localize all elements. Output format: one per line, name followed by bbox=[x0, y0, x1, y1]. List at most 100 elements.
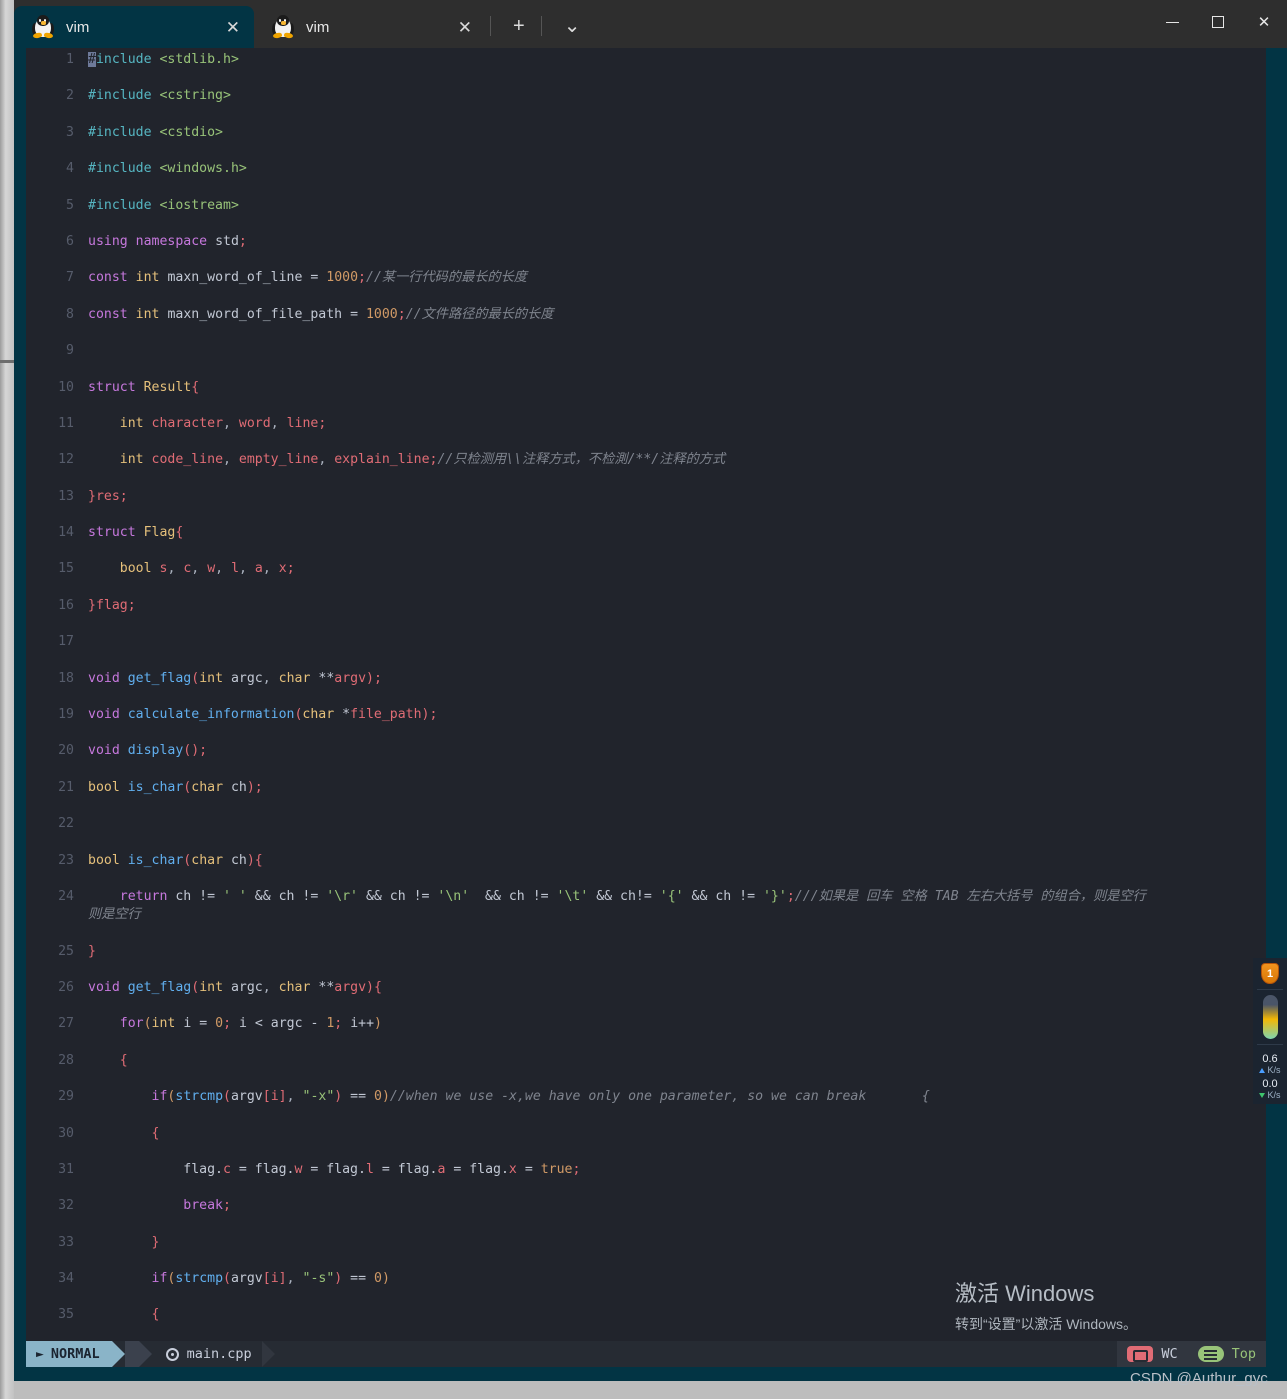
line-number: 2 bbox=[66, 88, 74, 104]
download-value: 0.0 bbox=[1262, 1078, 1278, 1090]
line-number: 15 bbox=[58, 561, 74, 577]
line-number: 8 bbox=[66, 306, 74, 322]
code-line: 1 #include <stdlib.h> bbox=[26, 51, 1266, 69]
linux-tux-icon bbox=[272, 15, 294, 40]
tab-title: vim bbox=[66, 18, 90, 36]
line-number: 31 bbox=[58, 1161, 74, 1177]
chevron-down-icon[interactable]: ⌄ bbox=[552, 16, 593, 48]
code-line: 10 struct Result{ bbox=[26, 379, 1266, 397]
upload-speed: 0.6 K/s bbox=[1259, 1053, 1281, 1075]
code-line: 33 } bbox=[26, 1234, 1266, 1252]
tab-strip: vim ✕ vim ✕ + ⌄ bbox=[14, 0, 1149, 48]
line-number: 29 bbox=[58, 1089, 74, 1105]
code-line: 3 #include <cstdio> bbox=[26, 124, 1266, 142]
code-line: 25} bbox=[26, 943, 1266, 961]
line-number: 13 bbox=[58, 488, 74, 504]
line-number: 18 bbox=[58, 670, 74, 686]
line-number: 4 bbox=[66, 161, 74, 177]
minimize-button[interactable] bbox=[1149, 0, 1195, 44]
vim-icon: ► bbox=[36, 1346, 44, 1362]
watermark-subtitle: 转到“设置”以激活 Windows。 bbox=[955, 1316, 1138, 1332]
code-line: 22 bbox=[26, 815, 1266, 833]
line-number: 11 bbox=[58, 415, 74, 431]
code-line: 11 int character, word, line; bbox=[26, 415, 1266, 433]
code-line: 4 #include <windows.h> bbox=[26, 160, 1266, 178]
tab-vim-1[interactable]: vim ✕ bbox=[14, 6, 254, 48]
desktop-left-strip bbox=[0, 0, 14, 1399]
code-line: 5 #include <iostream> bbox=[26, 197, 1266, 215]
git-branch-icon bbox=[165, 1347, 179, 1361]
status-segment-2 bbox=[124, 1341, 139, 1367]
code-line: 9 bbox=[26, 342, 1266, 360]
vim-statusline: ► NORMAL main.cpp WC Top bbox=[26, 1341, 1266, 1367]
line-number: 17 bbox=[58, 634, 74, 650]
windows-activation-watermark: 激活 Windows 转到“设置”以激活 Windows。 bbox=[955, 1276, 1137, 1334]
code-area[interactable]: 1 #include <stdlib.h> 2 #include <cstring>… bbox=[26, 48, 1266, 1341]
line-number: 22 bbox=[58, 816, 74, 832]
code-line: 24 return ch != ' ' && ch != '\r' && ch … bbox=[26, 888, 1266, 924]
code-line: 12 int code_line, empty_line, explain_li… bbox=[26, 451, 1266, 469]
code-line: 16}flag; bbox=[26, 597, 1266, 615]
line-number: 20 bbox=[58, 743, 74, 759]
line-number: 26 bbox=[58, 979, 74, 995]
maximize-button[interactable] bbox=[1195, 0, 1241, 44]
close-icon[interactable]: ✕ bbox=[458, 19, 472, 36]
linux-tux-icon bbox=[32, 15, 54, 40]
code-line: 31 flag.c = flag.w = flag.l = flag.a = f… bbox=[26, 1161, 1266, 1179]
tab-separator bbox=[490, 16, 491, 36]
close-button[interactable]: ✕ bbox=[1241, 0, 1287, 44]
window-controls: ✕ bbox=[1149, 0, 1287, 48]
status-mode-badge: ► NORMAL bbox=[26, 1341, 112, 1367]
new-tab-button[interactable]: + bbox=[501, 16, 537, 48]
code-line: 28 { bbox=[26, 1052, 1266, 1070]
terminal-window: vim ✕ vim ✕ + ⌄ ✕ 1 #include <stdlib.h> … bbox=[14, 0, 1287, 1381]
line-number: 24 bbox=[58, 888, 74, 904]
line-number: 34 bbox=[58, 1271, 74, 1287]
code-line: 2 #include <cstring> bbox=[26, 87, 1266, 105]
watermark-title: 激活 Windows bbox=[955, 1281, 1095, 1306]
code-line: 19 void calculate_information(char *file_… bbox=[26, 706, 1266, 724]
temperature-gauge-icon bbox=[1262, 995, 1278, 1039]
code-line: 30 { bbox=[26, 1125, 1266, 1143]
code-line: 8 const int maxn_word_of_file_path = 1000… bbox=[26, 306, 1266, 324]
upload-unit: K/s bbox=[1259, 1065, 1281, 1075]
status-file: main.cpp bbox=[152, 1346, 266, 1362]
arrow-up-icon bbox=[1259, 1067, 1266, 1073]
code-line: 27 for(int i = 0; i < argc - 1; i++) bbox=[26, 1015, 1266, 1033]
line-number: 35 bbox=[58, 1307, 74, 1323]
code-line: 6 using namespace std; bbox=[26, 233, 1266, 251]
folder-icon bbox=[1127, 1346, 1154, 1362]
shield-icon[interactable]: 1 bbox=[1261, 963, 1279, 984]
upload-value: 0.6 bbox=[1262, 1053, 1278, 1065]
line-number: 16 bbox=[58, 597, 74, 613]
line-number: 7 bbox=[66, 270, 74, 286]
mode-arrow bbox=[111, 1341, 125, 1367]
line-number: 33 bbox=[58, 1234, 74, 1250]
line-number: 10 bbox=[58, 379, 74, 395]
code-line: 29 if(strcmp(argv[i], "-x") == 0)//when … bbox=[26, 1088, 1266, 1106]
code-line: 17 bbox=[26, 633, 1266, 651]
line-number: 27 bbox=[58, 1016, 74, 1032]
line-number: 14 bbox=[58, 525, 74, 541]
file-arrow bbox=[261, 1341, 275, 1367]
line-number: 6 bbox=[66, 233, 74, 249]
tab-title: vim bbox=[306, 18, 330, 36]
code-line: 7 const int maxn_word_of_line = 1000;//某一… bbox=[26, 269, 1266, 287]
line-number: 21 bbox=[58, 779, 74, 795]
widget-divider bbox=[1257, 1044, 1283, 1045]
vim-editor-buffer[interactable]: 1 #include <stdlib.h> 2 #include <cstring>… bbox=[26, 48, 1266, 1341]
line-number: 28 bbox=[58, 1052, 74, 1068]
status-right: WC Top bbox=[1117, 1341, 1266, 1367]
status-position: Top bbox=[1187, 1341, 1266, 1367]
arrow-down-icon bbox=[1259, 1092, 1266, 1098]
title-bar: vim ✕ vim ✕ + ⌄ ✕ bbox=[14, 0, 1287, 48]
filename-label: main.cpp bbox=[186, 1346, 252, 1362]
status-filetype: WC bbox=[1117, 1341, 1188, 1367]
network-monitor-widget[interactable]: 1 0.6 K/s 0.0 K/s bbox=[1253, 958, 1287, 1104]
filetype-label: WC bbox=[1161, 1346, 1178, 1362]
close-icon[interactable]: ✕ bbox=[226, 19, 240, 36]
widget-divider bbox=[1257, 989, 1283, 990]
line-number: 25 bbox=[58, 943, 74, 959]
tab-vim-2[interactable]: vim ✕ bbox=[254, 6, 486, 48]
code-line: 14 struct Flag{ bbox=[26, 524, 1266, 542]
